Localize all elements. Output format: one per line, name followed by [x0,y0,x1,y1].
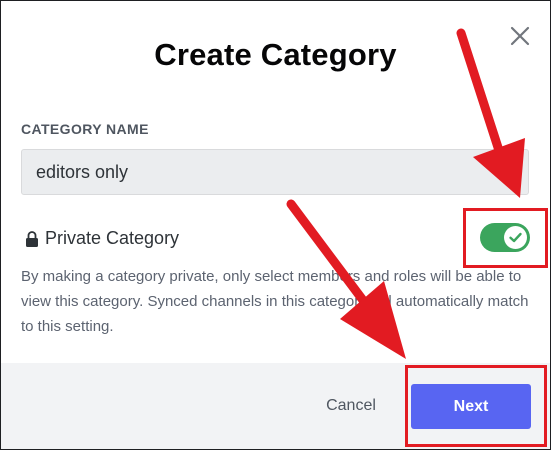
create-category-dialog: Create Category CATEGORY NAME Private Ca… [0,0,551,450]
category-name-input[interactable] [21,149,529,195]
next-button[interactable]: Next [411,384,531,429]
checkmark-icon [509,232,522,243]
private-category-label: Private Category [45,228,180,248]
private-category-description: By making a category private, only selec… [21,268,529,335]
category-name-label: CATEGORY NAME [21,121,149,137]
cancel-button[interactable]: Cancel [301,385,401,427]
private-category-toggle[interactable] [480,223,530,252]
dialog-title: Create Category [154,37,397,72]
toggle-knob [504,226,527,249]
lock-icon [25,230,39,248]
